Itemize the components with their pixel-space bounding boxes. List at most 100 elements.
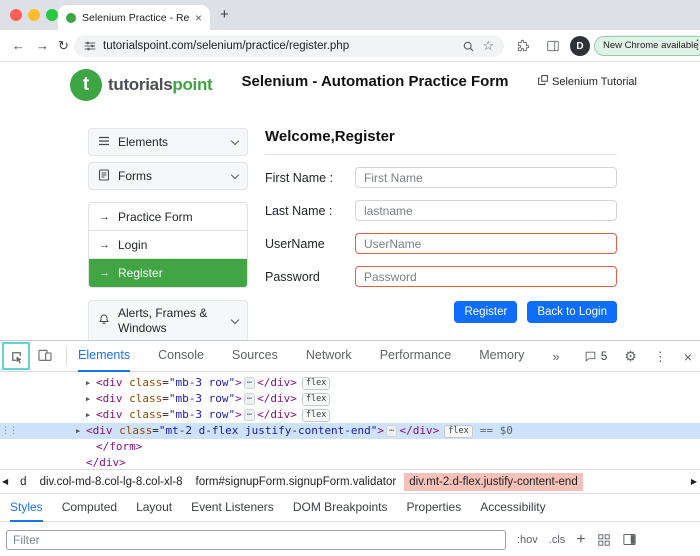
menu-item-register[interactable]: →Register <box>89 259 247 287</box>
arrow-right-icon: → <box>99 239 110 251</box>
flex-badge[interactable]: flex <box>444 425 472 438</box>
dom-tree-row[interactable]: ▶<div class="mt-2 d-flex justify-content… <box>0 423 700 439</box>
devtools-menu-icon[interactable]: ⋮ <box>654 349 667 365</box>
maximize-window-button[interactable] <box>46 9 58 21</box>
collapsed-content-button[interactable]: ⋯ <box>244 377 255 389</box>
form-heading: Welcome,Register <box>265 128 617 145</box>
expand-arrow-icon[interactable]: ▶ <box>86 375 96 391</box>
close-window-button[interactable] <box>10 9 22 21</box>
devtools-close-icon[interactable]: × <box>684 349 692 365</box>
sidebar-tab-computed[interactable]: Computed <box>62 494 117 522</box>
form-field-row: UserName <box>265 233 617 254</box>
minimize-window-button[interactable] <box>28 9 40 21</box>
external-link-icon <box>538 75 548 88</box>
dom-tree-row[interactable]: </div> <box>0 455 700 469</box>
flex-badge[interactable]: flex <box>302 409 330 422</box>
practice-menu: ElementsForms→Practice Form→Login→Regist… <box>88 128 248 348</box>
dom-tree-row[interactable]: ▶<div class="mb-3 row">⋯</div>flex <box>0 375 700 391</box>
collapsed-content-button[interactable]: ⋯ <box>386 425 397 437</box>
profile-avatar[interactable]: D <box>570 36 590 56</box>
dom-tree-row[interactable]: ▶<div class="mb-3 row">⋯</div>flex <box>0 391 700 407</box>
logo-text[interactable]: tutorialspoint <box>108 75 212 95</box>
back-button[interactable]: ← <box>12 38 25 53</box>
drag-dots-handle[interactable]: ⋮⋮ <box>1 425 17 436</box>
sidebar-tab-layout[interactable]: Layout <box>136 494 172 522</box>
field-input-lastname[interactable] <box>355 200 617 221</box>
devtools-tab-elements[interactable]: Elements <box>78 341 130 372</box>
tutorialspoint-logo[interactable]: t <box>70 69 102 101</box>
back-to-login-button[interactable]: Back to Login <box>527 301 617 323</box>
flex-badge[interactable]: flex <box>302 393 330 406</box>
expand-arrow-icon[interactable]: ▶ <box>86 391 96 407</box>
register-button[interactable]: Register <box>454 301 517 323</box>
field-input-username[interactable] <box>355 233 617 254</box>
devtools-toolbar-right: 5 ⚙ ⋮ × <box>584 341 692 372</box>
side-panel-icon[interactable] <box>546 39 560 56</box>
device-toolbar-icon[interactable] <box>37 347 53 368</box>
menu-item-label: Register <box>118 266 163 280</box>
sidebar-tab-accessibility[interactable]: Accessibility <box>480 494 545 522</box>
devtools-tab-sources[interactable]: Sources <box>232 341 278 372</box>
tab-close-icon[interactable]: × <box>195 11 202 25</box>
chevron-down-icon <box>231 170 239 178</box>
sidebar-tab-properties[interactable]: Properties <box>407 494 462 522</box>
page-title: Selenium - Automation Practice Form <box>230 73 520 90</box>
collapsed-content-button[interactable]: ⋯ <box>244 393 255 405</box>
menu-item-label: Elements <box>118 135 224 150</box>
issues-count: 5 <box>601 351 607 363</box>
collapsed-content-button[interactable]: ⋯ <box>244 409 255 421</box>
browser-menu-icon[interactable]: ⋮ <box>691 37 700 53</box>
field-input-first-name[interactable] <box>355 167 617 188</box>
new-tab-button[interactable]: + <box>220 6 229 23</box>
address-bar[interactable]: tutorialspoint.com/selenium/practice/reg… <box>74 35 504 57</box>
dock-sidebar-icon[interactable] <box>622 532 637 547</box>
sidebar-tab-event-listeners[interactable]: Event Listeners <box>191 494 274 522</box>
tune-icon[interactable] <box>84 40 96 52</box>
toggle-element-state-button[interactable]: :hov <box>517 534 538 546</box>
extensions-puzzle-icon[interactable] <box>516 39 530 56</box>
more-tabs-button[interactable]: » <box>552 349 559 364</box>
flex-badge[interactable]: flex <box>302 377 330 390</box>
devtools-tab-console[interactable]: Console <box>158 341 204 372</box>
breadcrumb-item[interactable]: div.col-md-8.col-lg-8.col-xl-8 <box>35 473 188 491</box>
dom-tree-row[interactable]: </form> <box>0 439 700 455</box>
page-action-icon[interactable] <box>462 40 475 53</box>
issues-counter[interactable]: 5 <box>584 350 607 363</box>
breadcrumb-item[interactable]: form#signupForm.signupForm.validator <box>191 473 402 491</box>
styles-toolbar: :hov .cls + <box>0 521 700 556</box>
reload-button[interactable]: ↻ <box>58 38 69 54</box>
expand-arrow-icon[interactable]: ▶ <box>76 423 86 439</box>
chrome-update-button[interactable]: New Chrome available <box>594 36 700 56</box>
sidebar-tab-dom-breakpoints[interactable]: DOM Breakpoints <box>293 494 388 522</box>
expand-arrow-icon[interactable]: ▶ <box>86 407 96 423</box>
element-classes-button[interactable]: .cls <box>549 534 566 546</box>
menu-item-practice-form[interactable]: →Practice Form <box>89 203 247 231</box>
selenium-tutorial-link[interactable]: Selenium Tutorial <box>538 75 637 88</box>
bookmark-star-icon[interactable]: ☆ <box>482 38 494 54</box>
browser-tab[interactable]: Selenium Practice - Register × <box>58 5 210 30</box>
bell-icon <box>98 313 110 329</box>
layout-grid-icon[interactable] <box>597 533 611 547</box>
sidebar-tab-styles[interactable]: Styles <box>10 494 43 522</box>
breadcrumb-item[interactable]: d <box>15 473 31 491</box>
devtools-tab-performance[interactable]: Performance <box>380 341 452 372</box>
url-text[interactable]: tutorialspoint.com/selenium/practice/reg… <box>103 40 455 52</box>
devtools-tab-memory[interactable]: Memory <box>479 341 524 372</box>
breadcrumb-scroll-left-icon[interactable]: ◀ <box>2 477 8 486</box>
form-field-row: Password <box>265 266 617 287</box>
dom-tree-row[interactable]: ▶<div class="mb-3 row">⋯</div>flex <box>0 407 700 423</box>
new-style-rule-button[interactable]: + <box>576 531 585 549</box>
forward-button[interactable]: → <box>36 38 49 53</box>
breadcrumb-item[interactable]: div.mt-2.d-flex.justify-content-end <box>404 473 583 491</box>
menu-item-elements[interactable]: Elements <box>88 128 248 156</box>
menu-item-login[interactable]: →Login <box>89 231 247 259</box>
menu-item-alerts-frames-windows[interactable]: Alerts, Frames & Windows <box>88 300 248 342</box>
devtools-breadcrumbs: ◀ ▶ ddiv.col-md-8.col-lg-8.col-xl-8form#… <box>0 469 700 493</box>
styles-filter-input[interactable] <box>6 530 506 550</box>
field-input-password[interactable] <box>355 266 617 287</box>
menu-item-forms[interactable]: Forms <box>88 162 248 190</box>
breadcrumb-scroll-right-icon[interactable]: ▶ <box>691 477 697 486</box>
devtools-tab-network[interactable]: Network <box>306 341 352 372</box>
inspect-element-button[interactable] <box>2 342 30 370</box>
devtools-settings-icon[interactable]: ⚙ <box>624 348 637 365</box>
